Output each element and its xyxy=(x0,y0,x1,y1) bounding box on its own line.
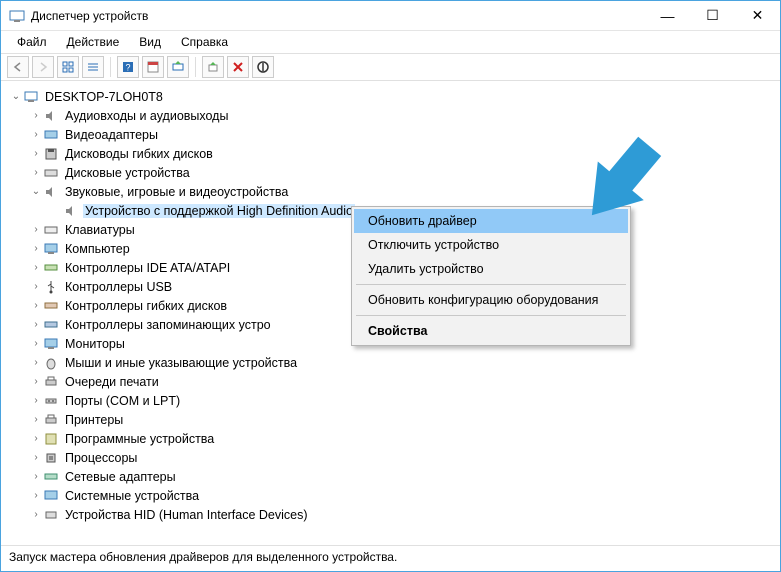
expand-icon[interactable]: › xyxy=(29,338,43,349)
ctx-properties[interactable]: Свойства xyxy=(354,319,628,343)
expand-icon[interactable]: › xyxy=(29,243,43,254)
monitor-icon xyxy=(43,336,59,352)
statusbar: Запуск мастера обновления драйверов для … xyxy=(1,545,780,571)
window-title: Диспетчер устройств xyxy=(31,9,645,23)
tree-item-audio-io[interactable]: ›Аудиовходы и аудиовыходы xyxy=(29,106,776,125)
tree-item-hid[interactable]: ›Устройства HID (Human Interface Devices… xyxy=(29,505,776,524)
tree-item-network[interactable]: ›Сетевые адаптеры xyxy=(29,467,776,486)
hid-icon xyxy=(43,507,59,523)
tree-root[interactable]: ⌄ DESKTOP-7LOH0T8 xyxy=(9,87,776,106)
ctx-update-driver[interactable]: Обновить драйвер xyxy=(354,209,628,233)
maximize-button[interactable]: ☐ xyxy=(690,1,735,30)
expand-icon[interactable]: › xyxy=(29,433,43,444)
minimize-button[interactable]: — xyxy=(645,1,690,30)
ctx-separator xyxy=(356,284,626,285)
display-adapter-icon xyxy=(43,127,59,143)
monitor-icon xyxy=(43,241,59,257)
port-icon xyxy=(43,393,59,409)
menu-action[interactable]: Действие xyxy=(59,33,128,51)
toolbar-disable-icon[interactable] xyxy=(252,56,274,78)
toolbar-help-icon[interactable]: ? xyxy=(117,56,139,78)
menu-file[interactable]: Файл xyxy=(9,33,55,51)
controller-icon xyxy=(43,260,59,276)
close-button[interactable]: ✕ xyxy=(735,1,780,30)
expand-icon[interactable]: › xyxy=(29,110,43,121)
expand-icon[interactable]: › xyxy=(29,129,43,140)
expand-icon[interactable]: › xyxy=(29,148,43,159)
titlebar: Диспетчер устройств — ☐ ✕ xyxy=(1,1,780,31)
toolbar-scan-icon[interactable] xyxy=(167,56,189,78)
printer-icon xyxy=(43,412,59,428)
cpu-icon xyxy=(43,450,59,466)
app-icon xyxy=(9,8,25,24)
disk-icon xyxy=(43,165,59,181)
ctx-separator xyxy=(356,315,626,316)
speaker-icon xyxy=(63,203,79,219)
speaker-icon xyxy=(43,108,59,124)
menubar: Файл Действие Вид Справка xyxy=(1,31,780,53)
window-buttons: — ☐ ✕ xyxy=(645,1,780,30)
status-text: Запуск мастера обновления драйверов для … xyxy=(9,550,397,564)
toolbar-uninstall-icon[interactable] xyxy=(227,56,249,78)
tree-item-software[interactable]: ›Программные устройства xyxy=(29,429,776,448)
toolbar: ? xyxy=(1,53,780,81)
toolbar-properties-icon[interactable] xyxy=(142,56,164,78)
expand-icon[interactable]: › xyxy=(29,262,43,273)
collapse-icon[interactable]: ⌄ xyxy=(9,91,23,102)
expand-icon[interactable]: › xyxy=(29,281,43,292)
system-icon xyxy=(43,488,59,504)
svg-text:?: ? xyxy=(125,63,130,73)
toolbar-back-icon[interactable] xyxy=(7,56,29,78)
expand-icon[interactable]: › xyxy=(29,224,43,235)
root-label: DESKTOP-7LOH0T8 xyxy=(43,90,165,104)
expand-icon[interactable]: › xyxy=(29,357,43,368)
tree-item-printers[interactable]: ›Принтеры xyxy=(29,410,776,429)
toolbar-separator xyxy=(110,57,111,77)
printer-icon xyxy=(43,374,59,390)
ctx-uninstall-device[interactable]: Удалить устройство xyxy=(354,257,628,281)
network-icon xyxy=(43,469,59,485)
expand-icon[interactable]: › xyxy=(29,376,43,387)
expand-icon[interactable]: › xyxy=(29,395,43,406)
expand-icon[interactable]: › xyxy=(29,471,43,482)
toolbar-grid-icon[interactable] xyxy=(57,56,79,78)
tree-item-floppy[interactable]: ›Дисководы гибких дисков xyxy=(29,144,776,163)
usb-icon xyxy=(43,279,59,295)
mouse-icon xyxy=(43,355,59,371)
expand-icon[interactable]: › xyxy=(29,452,43,463)
expand-icon[interactable]: › xyxy=(29,167,43,178)
tree-item-mouse[interactable]: ›Мыши и иные указывающие устройства xyxy=(29,353,776,372)
computer-icon xyxy=(23,89,39,105)
toolbar-list-icon[interactable] xyxy=(82,56,104,78)
expand-icon[interactable]: › xyxy=(29,490,43,501)
expand-icon[interactable]: › xyxy=(29,509,43,520)
toolbar-separator xyxy=(195,57,196,77)
ctx-disable-device[interactable]: Отключить устройство xyxy=(354,233,628,257)
toolbar-update-icon[interactable] xyxy=(202,56,224,78)
expand-icon[interactable]: › xyxy=(29,414,43,425)
tree-item-system[interactable]: ›Системные устройства xyxy=(29,486,776,505)
toolbar-forward-icon[interactable] xyxy=(32,56,54,78)
collapse-icon[interactable]: ⌄ xyxy=(29,186,43,197)
tree-item-print-queue[interactable]: ›Очереди печати xyxy=(29,372,776,391)
context-menu: Обновить драйвер Отключить устройство Уд… xyxy=(351,206,631,346)
tree-item-cpu[interactable]: ›Процессоры xyxy=(29,448,776,467)
tree-item-disk[interactable]: ›Дисковые устройства xyxy=(29,163,776,182)
expand-icon[interactable]: › xyxy=(29,300,43,311)
tree-item-video[interactable]: ›Видеоадаптеры xyxy=(29,125,776,144)
tree-item-ports[interactable]: ›Порты (COM и LPT) xyxy=(29,391,776,410)
menu-help[interactable]: Справка xyxy=(173,33,236,51)
expand-icon[interactable]: › xyxy=(29,319,43,330)
keyboard-icon xyxy=(43,222,59,238)
controller-icon xyxy=(43,298,59,314)
ctx-scan-hardware[interactable]: Обновить конфигурацию оборудования xyxy=(354,288,628,312)
storage-icon xyxy=(43,317,59,333)
software-icon xyxy=(43,431,59,447)
speaker-icon xyxy=(43,184,59,200)
floppy-icon xyxy=(43,146,59,162)
tree-item-sound[interactable]: ⌄Звуковые, игровые и видеоустройства xyxy=(29,182,776,201)
menu-view[interactable]: Вид xyxy=(131,33,169,51)
